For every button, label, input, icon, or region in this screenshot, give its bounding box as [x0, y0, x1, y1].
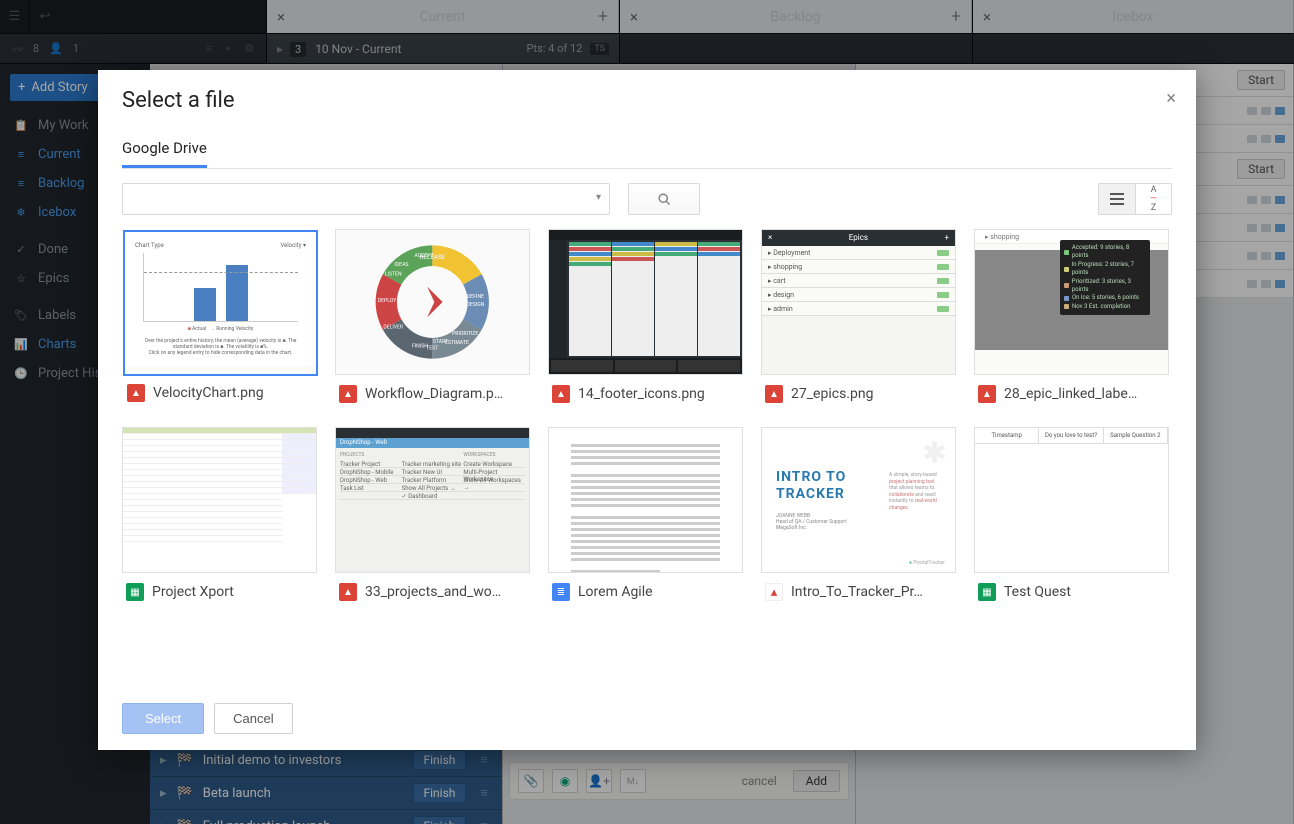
file-name: 33_projects_and_wo…	[365, 584, 501, 600]
select-button[interactable]: Select	[122, 703, 204, 734]
file-thumbnail: RELEASE DEFINE DESIGN PRIORITIZE ESTIMAT…	[335, 229, 530, 375]
file-tile[interactable]: Chart TypeVelocity ▾■ Actual → Running V…	[122, 229, 317, 409]
svg-text:DESIGN: DESIGN	[467, 302, 485, 308]
file-thumbnail: DropNShop - WebPROJECTSWORKSPACESTracker…	[335, 427, 530, 573]
view-toggle: A—Z	[1098, 183, 1172, 215]
file-thumbnail: TimestampDo you love to test?Sample Ques…	[974, 427, 1169, 573]
file-name: Intro_To_Tracker_Pr…	[791, 584, 923, 600]
sheet-file-icon: ▦	[126, 583, 144, 601]
file-name: Project Xport	[152, 584, 234, 600]
file-tile[interactable]: Epics +×▸ Deployment▸ shopping▸ cart▸ de…	[761, 229, 956, 409]
svg-text:LISTEN: LISTEN	[385, 271, 402, 277]
pdf-file-icon: ▴	[765, 583, 783, 601]
search-combo[interactable]: ▾	[122, 183, 610, 215]
file-thumbnail: ✱INTRO TOTRACKERJOANNE WEBBHead of QA / …	[761, 427, 956, 573]
file-thumbnail	[548, 229, 743, 375]
cancel-button[interactable]: Cancel	[214, 703, 292, 734]
file-tile[interactable]: TimestampDo you love to test?Sample Ques…	[974, 427, 1169, 601]
svg-text:DEFINE: DEFINE	[467, 294, 484, 300]
file-name: 14_footer_icons.png	[578, 386, 705, 402]
svg-text:FINISH: FINISH	[412, 343, 428, 349]
file-tile[interactable]: ≣ Lorem Agile	[548, 427, 743, 601]
img-file-icon: ▲	[127, 384, 145, 402]
svg-text:PRIORITIZE: PRIORITIZE	[452, 331, 478, 337]
svg-text:ACCEPT: ACCEPT	[415, 253, 434, 259]
close-icon[interactable]: ×	[1166, 88, 1176, 109]
sheet-file-icon: ▦	[978, 583, 996, 601]
file-tile[interactable]: ▦ Project Xport	[122, 427, 317, 601]
modal-title: Select a file	[122, 88, 1172, 113]
file-grid: Chart TypeVelocity ▾■ Actual → Running V…	[98, 229, 1196, 601]
svg-text:IDEAS: IDEAS	[395, 262, 409, 268]
file-name: 27_epics.png	[791, 386, 873, 402]
file-name: Lorem Agile	[578, 584, 653, 600]
search-button[interactable]	[628, 183, 700, 215]
search-icon	[657, 192, 672, 207]
file-name: Test Quest	[1004, 584, 1071, 600]
img-file-icon: ▲	[339, 385, 357, 403]
svg-text:TEST: TEST	[426, 345, 438, 351]
svg-text:DEPLOY: DEPLOY	[378, 298, 398, 304]
img-file-icon: ▲	[339, 583, 357, 601]
file-name: Workflow_Diagram.p…	[365, 386, 503, 402]
sort-az-button[interactable]: A—Z	[1135, 184, 1171, 214]
file-name: VelocityChart.png	[153, 385, 264, 401]
file-thumbnail: Epics +×▸ Deployment▸ shopping▸ cart▸ de…	[761, 229, 956, 375]
img-file-icon: ▲	[765, 385, 783, 403]
file-tile[interactable]: RELEASE DEFINE DESIGN PRIORITIZE ESTIMAT…	[335, 229, 530, 409]
list-view-button[interactable]	[1099, 184, 1135, 214]
file-name: 28_epic_linked_labe…	[1004, 386, 1137, 402]
modal-toolbar: ▾ A—Z	[98, 169, 1196, 229]
file-tile[interactable]: ▸ shoppingAccepted: 9 stories, 8 pointsI…	[974, 229, 1169, 409]
file-picker-modal: Select a file × Google Drive ▾ A—Z Chart…	[98, 70, 1196, 750]
file-thumbnail: Chart TypeVelocity ▾■ Actual → Running V…	[123, 230, 318, 376]
svg-text:DELIVER: DELIVER	[384, 325, 405, 331]
img-file-icon: ▲	[552, 385, 570, 403]
svg-text:START: START	[433, 339, 448, 345]
img-file-icon: ▲	[978, 385, 996, 403]
file-thumbnail: ▸ shoppingAccepted: 9 stories, 8 pointsI…	[974, 229, 1169, 375]
svg-text:ESTIMATE: ESTIMATE	[445, 340, 469, 346]
chevron-down-icon: ▾	[596, 192, 601, 203]
file-tile[interactable]: DropNShop - WebPROJECTSWORKSPACESTracker…	[335, 427, 530, 601]
modal-footer: Select Cancel	[98, 687, 1196, 750]
file-tile[interactable]: ✱INTRO TOTRACKERJOANNE WEBBHead of QA / …	[761, 427, 956, 601]
file-thumbnail	[548, 427, 743, 573]
doc-file-icon: ≣	[552, 583, 570, 601]
file-thumbnail	[122, 427, 317, 573]
tab-google-drive[interactable]: Google Drive	[122, 131, 207, 168]
file-tile[interactable]: ▲ 14_footer_icons.png	[548, 229, 743, 409]
